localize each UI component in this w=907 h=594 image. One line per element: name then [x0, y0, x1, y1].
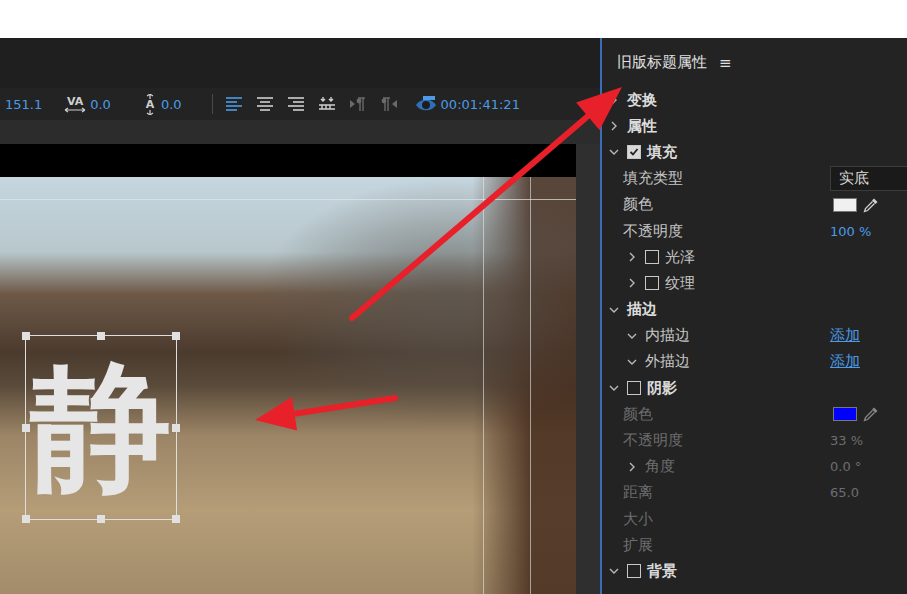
property-row: 颜色	[602, 192, 907, 218]
align-button[interactable]	[378, 94, 400, 114]
arrow-icon	[255, 397, 395, 431]
section-row[interactable]: 变换	[602, 87, 907, 113]
size-value[interactable]: 151.1	[5, 97, 42, 112]
property-row: 不透明度33 %	[602, 427, 907, 453]
tab-stops-icon	[318, 96, 336, 112]
leading-icon: A	[143, 94, 157, 115]
align-button[interactable]	[316, 94, 338, 114]
value-field[interactable]: 0.0 °	[830, 459, 861, 474]
align-center-icon	[256, 96, 274, 112]
checkbox[interactable]	[645, 250, 659, 264]
value-field[interactable]: 100 %	[830, 224, 871, 239]
checkbox[interactable]	[627, 145, 641, 159]
property-row: 颜色	[602, 401, 907, 427]
property-row: 大小	[602, 506, 907, 532]
panel-menu-icon[interactable]: ≡	[719, 54, 732, 72]
align-button[interactable]	[285, 94, 307, 114]
color-swatch[interactable]	[833, 407, 857, 421]
subsection-row[interactable]: 纹理	[602, 270, 907, 296]
align-right-icon	[287, 96, 305, 112]
value-field[interactable]: 65.0	[830, 485, 859, 500]
resize-handle[interactable]	[22, 332, 30, 340]
viewer-row: 静	[0, 144, 600, 594]
title-editor: 151.1 VA 0.0 A 0.0 00:01:41:21 静	[0, 38, 600, 594]
properties-panel: 旧版标题属性≡变换属性填充填充类型实底颜色不透明度100 %光泽纹理描边内描边添…	[600, 38, 907, 594]
scroll-column	[576, 144, 600, 594]
section-row[interactable]: 填充	[602, 139, 907, 165]
safe-guide	[530, 177, 531, 594]
section-row[interactable]: 背景	[602, 558, 907, 584]
annotation-arrows	[0, 0, 907, 594]
title-object[interactable]: 静	[25, 335, 177, 520]
resize-handle[interactable]	[172, 424, 180, 432]
safe-guide	[0, 199, 576, 200]
resize-handle[interactable]	[97, 515, 105, 523]
editor-top	[0, 38, 600, 88]
subsection-row[interactable]: 光泽	[602, 244, 907, 270]
align-button[interactable]	[223, 94, 245, 114]
property-row: 距离65.0	[602, 480, 907, 506]
value-field[interactable]: 33 %	[830, 433, 863, 448]
paragraph-icon	[380, 96, 398, 112]
chevron-down-icon[interactable]	[607, 145, 621, 159]
resize-handle[interactable]	[22, 424, 30, 432]
video-frame: 静	[0, 177, 576, 594]
paragraph-icon	[349, 96, 367, 112]
section-row[interactable]: 描边	[602, 297, 907, 323]
chevron-down-icon[interactable]	[607, 303, 621, 317]
property-row: 填充类型实底	[602, 166, 907, 192]
resize-handle[interactable]	[22, 515, 30, 523]
viewer: 静	[0, 144, 576, 594]
chevron-down-icon[interactable]	[607, 564, 621, 578]
eyedropper-icon[interactable]	[863, 406, 879, 422]
safe-guide	[483, 177, 484, 594]
align-button[interactable]	[254, 94, 276, 114]
app-window: 151.1 VA 0.0 A 0.0 00:01:41:21 静 旧版标题属性 ≡ 变换属性填充填…	[0, 0, 907, 594]
resize-handle[interactable]	[172, 332, 180, 340]
chevron-right-icon[interactable]	[625, 460, 639, 474]
chevron-right-icon[interactable]	[607, 119, 621, 133]
panel-title: 旧版标题属性	[617, 53, 707, 72]
chevron-right-icon[interactable]	[625, 276, 639, 290]
chevron-right-icon[interactable]	[625, 250, 639, 264]
check-icon	[629, 147, 639, 157]
toolbar-separator	[212, 94, 213, 114]
checkbox[interactable]	[627, 381, 641, 395]
checkbox[interactable]	[627, 564, 641, 578]
arrow-icon	[352, 87, 622, 318]
fill-type-select[interactable]: 实底	[830, 166, 907, 191]
align-button[interactable]	[347, 94, 369, 114]
text-toolbar: 151.1 VA 0.0 A 0.0 00:01:41:21	[0, 88, 600, 120]
chevron-down-icon[interactable]	[625, 329, 639, 343]
top-strip	[0, 0, 907, 38]
property-row: 不透明度100 %	[602, 218, 907, 244]
leading-value[interactable]: 0.0	[161, 97, 182, 112]
resize-handle[interactable]	[97, 332, 105, 340]
chevron-right-icon[interactable]	[607, 93, 621, 107]
kerning-value[interactable]: 0.0	[90, 97, 111, 112]
title-text[interactable]: 静	[31, 358, 171, 498]
section-row[interactable]: 属性	[602, 113, 907, 139]
eye-icon[interactable]	[415, 95, 437, 113]
workspace: 151.1 VA 0.0 A 0.0 00:01:41:21 静 旧版标题属性 ≡ 变换属性填充填…	[0, 38, 907, 594]
chevron-down-icon[interactable]	[607, 381, 621, 395]
kerning-icon: VA	[64, 96, 86, 113]
section-row[interactable]: 阴影	[602, 375, 907, 401]
add-link[interactable]: 添加	[830, 352, 860, 371]
color-swatch[interactable]	[833, 198, 857, 212]
letterbox	[0, 144, 576, 177]
align-left-icon	[225, 96, 243, 112]
timecode[interactable]: 00:01:41:21	[441, 97, 520, 112]
stroke-row[interactable]: 内描边添加	[602, 323, 907, 349]
ruler-band	[0, 120, 600, 144]
resize-handle[interactable]	[172, 515, 180, 523]
stroke-row[interactable]: 外描边添加	[602, 349, 907, 375]
property-row[interactable]: 角度0.0 °	[602, 454, 907, 480]
property-row: 扩展	[602, 532, 907, 558]
chevron-down-icon[interactable]	[625, 355, 639, 369]
eyedropper-icon[interactable]	[863, 197, 879, 213]
checkbox[interactable]	[645, 276, 659, 290]
panel-header: 旧版标题属性 ≡	[602, 38, 907, 87]
add-link[interactable]: 添加	[830, 326, 860, 345]
